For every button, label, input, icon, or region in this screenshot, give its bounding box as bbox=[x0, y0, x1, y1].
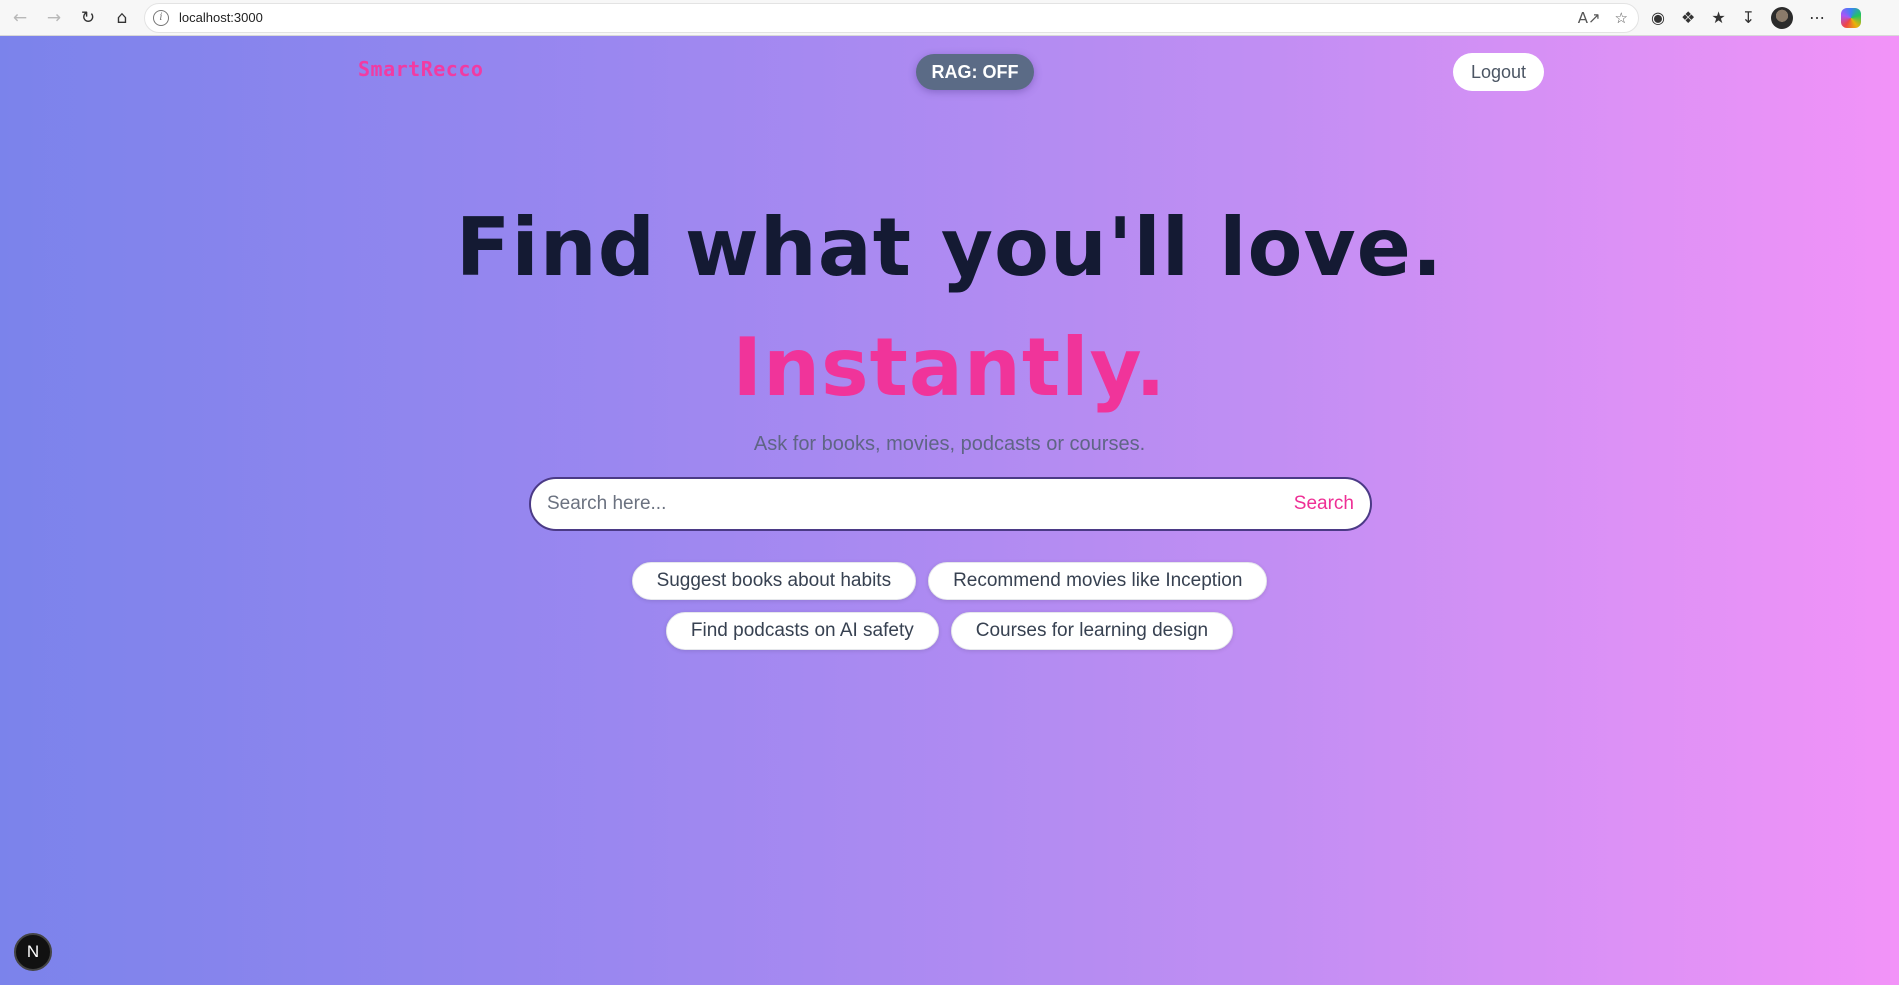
back-icon[interactable]: ← bbox=[6, 4, 34, 32]
suggestion-chips: Suggest books about habits Recommend mov… bbox=[0, 562, 1899, 650]
page-background: SmartRecco RAG: OFF Logout Find what you… bbox=[0, 36, 1899, 985]
logout-button[interactable]: Logout bbox=[1453, 53, 1544, 91]
copilot-icon[interactable] bbox=[1841, 7, 1862, 28]
suggestion-row: Find podcasts on AI safety Courses for l… bbox=[665, 612, 1234, 650]
search-button[interactable]: Search bbox=[1294, 493, 1354, 515]
home-icon[interactable]: ⌂ bbox=[108, 4, 136, 32]
suggestion-chip[interactable]: Recommend movies like Inception bbox=[928, 562, 1268, 600]
read-aloud-icon[interactable]: A↗ bbox=[1578, 9, 1601, 27]
favorite-star-icon[interactable]: ☆ bbox=[1615, 9, 1628, 27]
extensions-icon[interactable]: ❖ bbox=[1681, 8, 1695, 27]
rag-toggle-button[interactable]: RAG: OFF bbox=[916, 54, 1034, 90]
reload-icon[interactable]: ↻ bbox=[74, 4, 102, 32]
nextjs-dev-badge[interactable]: N bbox=[14, 933, 52, 971]
suggestion-row: Suggest books about habits Recommend mov… bbox=[631, 562, 1268, 600]
site-info-icon[interactable]: i bbox=[153, 9, 169, 26]
browser-toolbar: ← → ↻ ⌂ i localhost:3000 A↗ ☆ ◉ ❖ ★ ↧ ⋯ bbox=[0, 0, 1899, 36]
app-logo[interactable]: SmartRecco bbox=[358, 57, 483, 81]
profile-avatar[interactable] bbox=[1771, 6, 1794, 29]
hero-title: Find what you'll love. bbox=[455, 201, 1444, 294]
address-bar[interactable]: i localhost:3000 A↗ ☆ bbox=[144, 2, 1639, 33]
downloads-icon[interactable]: ↧ bbox=[1742, 8, 1755, 27]
suggestion-chip[interactable]: Courses for learning design bbox=[950, 612, 1234, 650]
suggestion-chip[interactable]: Find podcasts on AI safety bbox=[665, 612, 939, 650]
more-icon[interactable]: ⋯ bbox=[1809, 8, 1825, 27]
search-bar: Search bbox=[529, 477, 1372, 531]
suggestion-chip[interactable]: Suggest books about habits bbox=[631, 562, 917, 600]
favorites-icon[interactable]: ★ bbox=[1711, 8, 1725, 27]
hero-accent: Instantly. bbox=[732, 321, 1167, 414]
url-text[interactable]: localhost:3000 bbox=[179, 10, 263, 25]
forward-icon[interactable]: → bbox=[40, 4, 68, 32]
search-input[interactable] bbox=[547, 493, 1294, 515]
adblock-icon[interactable]: ◉ bbox=[1651, 8, 1665, 27]
hero-subtitle: Ask for books, movies, podcasts or cours… bbox=[753, 433, 1146, 455]
